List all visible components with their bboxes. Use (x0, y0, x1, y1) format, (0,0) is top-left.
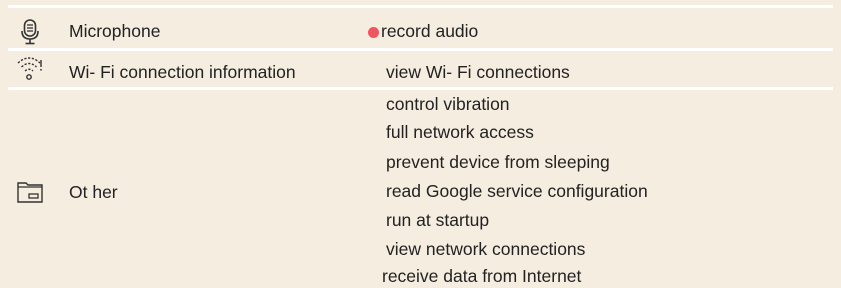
divider-after-microphone (8, 48, 833, 51)
group-label-microphone: Microphone (69, 21, 161, 41)
group-label-wifi: Wi- Fi connection information (69, 62, 296, 82)
permission-receive-internet-data: receive data from Internet (382, 266, 582, 286)
permission-run-at-startup: run at startup (386, 210, 490, 230)
permission-view-wifi-connections: view Wi- Fi connections (386, 62, 570, 82)
permission-control-vibration: control vibration (386, 94, 510, 114)
permission-prevent-sleeping: prevent device from sleeping (386, 152, 610, 172)
permission-record-audio: record audio (381, 21, 479, 41)
folder-icon (16, 178, 44, 206)
warning-dot (368, 27, 379, 38)
permission-view-network-connections: view network connections (386, 239, 586, 259)
permission-full-network-access: full network access (386, 122, 534, 142)
permission-read-google-config: read Google service configuration (386, 181, 648, 201)
divider-after-wifi (8, 87, 833, 90)
wifi-icon (16, 54, 44, 82)
group-label-other: Ot her (69, 182, 118, 202)
microphone-icon (16, 18, 44, 46)
divider-top (8, 5, 833, 8)
